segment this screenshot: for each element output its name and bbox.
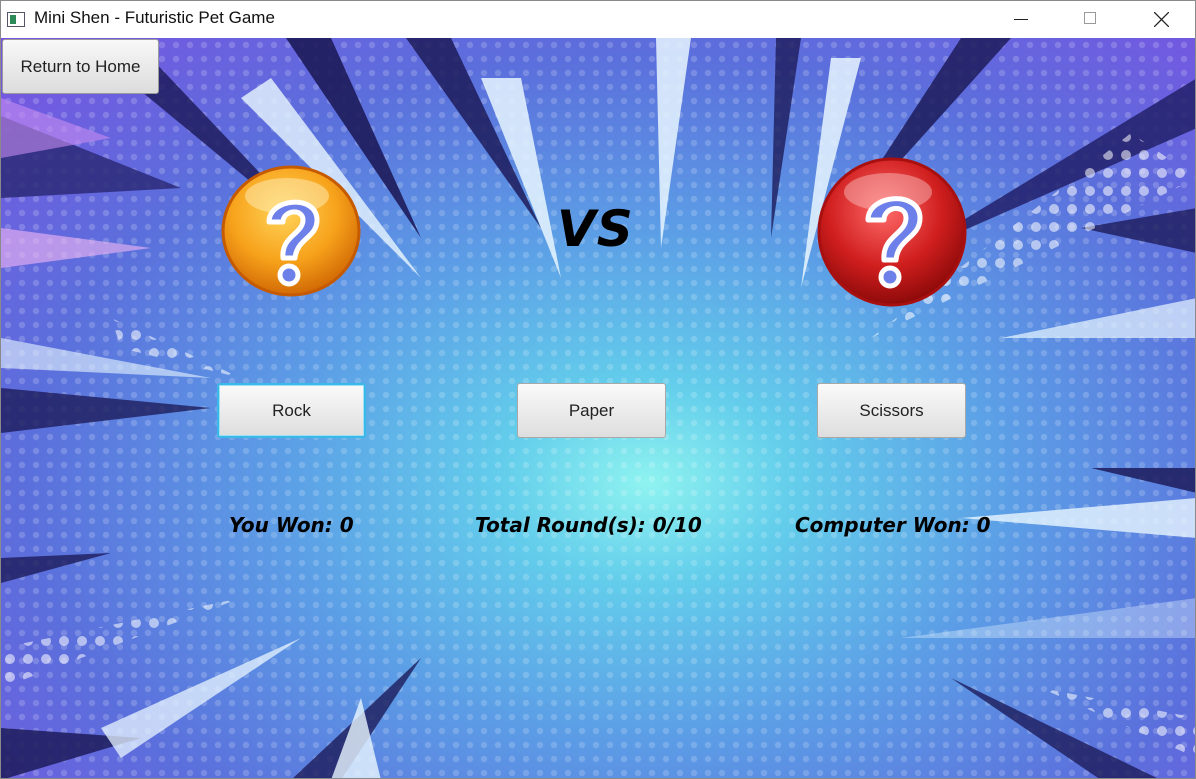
rock-button[interactable]: Rock	[217, 383, 366, 438]
minimize-button[interactable]	[999, 1, 1045, 38]
computer-score: Computer Won: 0	[795, 513, 991, 537]
paper-button[interactable]: Paper	[517, 383, 666, 438]
vs-label: VS	[557, 200, 634, 258]
game-scene: Return to Home VS Rock Paper Scissors Yo…	[1, 38, 1195, 778]
window-title: Mini Shen - Futuristic Pet Game	[34, 8, 275, 27]
app-icon	[7, 12, 25, 27]
maximize-button[interactable]	[1068, 1, 1114, 38]
app-window: Mini Shen - Futuristic Pet Game Return t…	[0, 0, 1196, 779]
close-icon	[1154, 12, 1169, 27]
scissors-button[interactable]: Scissors	[817, 383, 966, 438]
close-button[interactable]	[1138, 1, 1184, 38]
return-home-button[interactable]: Return to Home	[2, 39, 159, 94]
question-mark-orange-icon	[221, 165, 361, 297]
title-bar: Mini Shen - Futuristic Pet Game	[1, 1, 1195, 38]
player-score: You Won: 0	[229, 513, 354, 537]
question-mark-red-icon	[817, 157, 967, 307]
total-rounds: Total Round(s): 0/10	[475, 513, 702, 537]
